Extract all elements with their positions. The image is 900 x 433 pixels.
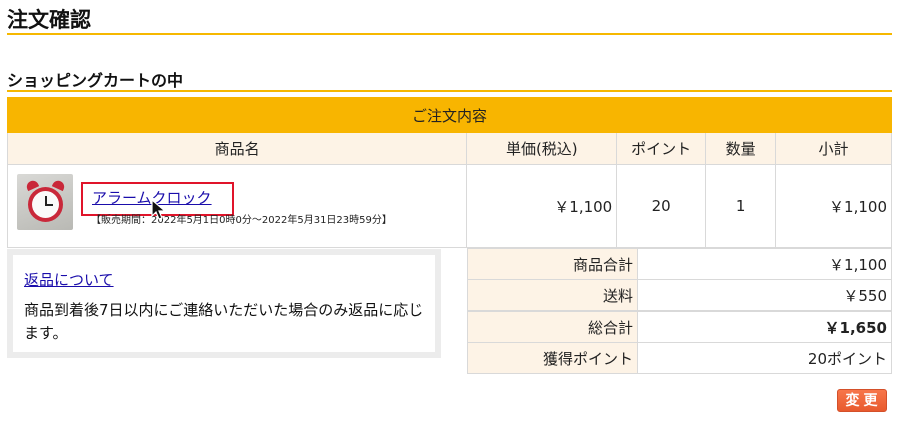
column-header-product: 商品名 [6, 132, 468, 165]
earned-points-value: 20ポイント [637, 342, 892, 374]
order-summary-table: 商品合計 ￥1,100 送料 ￥550 [467, 248, 892, 311]
alarm-clock-image[interactable] [17, 174, 73, 230]
earned-points-row: 獲得ポイント 20ポイント [467, 342, 892, 374]
earned-points-label: 獲得ポイント [467, 342, 638, 374]
cart-caption-row: ご注文内容 [7, 97, 892, 133]
table-header-row: 商品名 単価(税込) ポイント 数量 小計 [6, 132, 892, 165]
return-policy-box: 返品について 商品到着後7日以内にご連絡いただいた場合のみ返品に応じます。 [7, 249, 441, 358]
table-row: アラームクロック 【販売期間：2022年5月1日0時0分〜2022年5月31日2… [6, 164, 892, 248]
page-title: 注文確認 [7, 8, 91, 32]
order-total-table: 総合計 ￥1,650 獲得ポイント 20ポイント [467, 311, 892, 374]
shipping-label: 送料 [467, 279, 638, 311]
grand-total-row: 総合計 ￥1,650 [467, 311, 892, 343]
cart-caption: ご注文内容 [7, 97, 892, 133]
product-cell: アラームクロック 【販売期間：2022年5月1日0時0分〜2022年5月31日2… [6, 164, 468, 248]
grand-total-label: 総合計 [467, 311, 638, 343]
sale-period: 【販売期間：2022年5月1日0時0分〜2022年5月31日23時59分】 [91, 215, 392, 226]
column-header-unit-price: 単価(税込) [466, 132, 618, 165]
return-policy-text: 商品到着後7日以内にご連絡いただいた場合のみ返品に応じます。 [24, 301, 424, 342]
column-header-quantity: 数量 [705, 132, 777, 165]
return-policy-link[interactable]: 返品について [24, 269, 114, 290]
title-divider [7, 33, 892, 35]
subtotal-cell: ￥1,100 [775, 164, 892, 248]
points-cell: 20 [616, 164, 707, 248]
shipping-value: ￥550 [637, 279, 892, 311]
items-total-label: 商品合計 [467, 248, 638, 280]
unit-price-cell: ￥1,100 [466, 164, 618, 248]
section-divider [7, 90, 892, 92]
grand-total-value: ￥1,650 [637, 311, 892, 343]
cart-table: ご注文内容 商品名 単価(税込) ポイント 数量 小計 アラームクロック 【販売… [6, 97, 892, 248]
quantity-cell: 1 [705, 164, 777, 248]
column-header-points: ポイント [616, 132, 707, 165]
cart-section-title: ショッピングカートの中 [7, 71, 184, 90]
items-total-row: 商品合計 ￥1,100 [467, 248, 892, 280]
items-total-value: ￥1,100 [637, 248, 892, 280]
mouse-cursor-icon [151, 198, 167, 220]
column-header-subtotal: 小計 [775, 132, 892, 165]
change-button[interactable]: 変更 [837, 389, 887, 412]
shipping-row: 送料 ￥550 [467, 279, 892, 311]
